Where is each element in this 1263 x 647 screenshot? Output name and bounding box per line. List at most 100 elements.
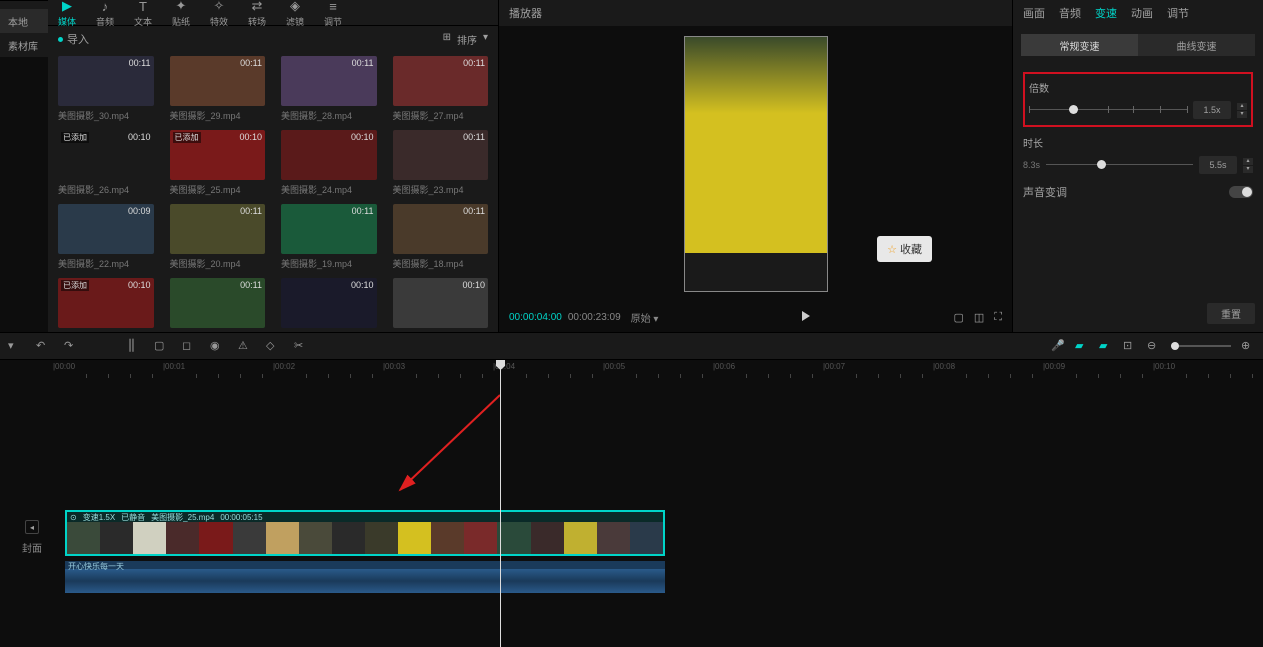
- speed-slider[interactable]: [1029, 103, 1187, 117]
- clip-speed-icon: ⊙: [70, 513, 77, 522]
- dur-from: 8.3s: [1023, 160, 1040, 170]
- media-item[interactable]: 00:11美图摄影_29.mp4: [170, 56, 266, 122]
- nav-tab-2[interactable]: T文本: [124, 0, 162, 26]
- media-item[interactable]: 00:11美图摄影_30.mp4: [58, 56, 154, 122]
- media-item[interactable]: 00:10: [393, 278, 489, 331]
- nav-tab-0[interactable]: ▶媒体: [48, 0, 86, 26]
- nav-tab-7[interactable]: ≡调节: [314, 0, 352, 26]
- record-icon[interactable]: ◉: [210, 339, 224, 353]
- clip-thumb: [199, 522, 232, 554]
- media-item[interactable]: 00:10美图摄影_24.mp4: [281, 130, 377, 196]
- media-item[interactable]: 00:10: [281, 278, 377, 331]
- media-item[interactable]: 00:11美图摄影_28.mp4: [281, 56, 377, 122]
- dot-icon: [58, 37, 63, 42]
- link-icon[interactable]: ▰: [1099, 339, 1113, 353]
- import-button[interactable]: 导入: [58, 31, 89, 47]
- clip-thumb: [431, 522, 464, 554]
- duration-value[interactable]: 5.5s: [1199, 156, 1237, 174]
- sidebar-library[interactable]: 素材库: [0, 33, 50, 57]
- favorite-button[interactable]: ☆ 收藏: [877, 236, 932, 262]
- speed-stepper[interactable]: ▴▾: [1237, 103, 1247, 118]
- ruler-label: |00:01: [163, 362, 185, 371]
- clip-thumb: [398, 522, 431, 554]
- clip-thumb: [497, 522, 530, 554]
- crop-icon[interactable]: ◻: [182, 339, 196, 353]
- zoom-in-icon[interactable]: ⊕: [1241, 339, 1255, 353]
- nav-tab-4[interactable]: ✧特效: [200, 0, 238, 26]
- rotate-icon[interactable]: ◇: [266, 339, 280, 353]
- duration-stepper[interactable]: ▴▾: [1243, 158, 1253, 173]
- prop-tab-3[interactable]: 动画: [1131, 5, 1153, 21]
- preview-canvas[interactable]: [684, 36, 828, 292]
- crop2-icon[interactable]: ✂: [294, 339, 308, 353]
- play-button[interactable]: [800, 310, 812, 325]
- star-icon: ☆: [887, 243, 897, 256]
- undo-icon[interactable]: ↶: [36, 339, 50, 353]
- media-item[interactable]: 00:11美图摄影_18.mp4: [393, 204, 489, 270]
- chevron-down-icon[interactable]: ▾: [8, 339, 22, 353]
- chevron-down-icon: ▾: [483, 32, 488, 47]
- pitch-label: 声音变调: [1023, 184, 1067, 200]
- speed-value[interactable]: 1.5x: [1193, 101, 1231, 119]
- cover-label[interactable]: 封面: [22, 540, 42, 555]
- clip-thumb: [233, 522, 266, 554]
- speed-label: 倍数: [1029, 80, 1247, 95]
- track-toggle[interactable]: ◂: [25, 520, 39, 534]
- clip-thumb: [266, 522, 299, 554]
- ruler-label: |00:00: [53, 362, 75, 371]
- nav-tab-1[interactable]: ♪音频: [86, 0, 124, 26]
- media-item[interactable]: 已添加00:10美图摄影_26.mp4: [58, 130, 154, 196]
- media-item[interactable]: 00:09美图摄影_22.mp4: [58, 204, 154, 270]
- media-item[interactable]: 00:11美图摄影_20.mp4: [170, 204, 266, 270]
- zoom-slider[interactable]: [1171, 345, 1231, 347]
- clip-thumb: [166, 522, 199, 554]
- media-item[interactable]: 已添加00:10美图摄影_25.mp4: [170, 130, 266, 196]
- fullscreen-icon[interactable]: ⛶: [994, 311, 1002, 324]
- snapshot-icon[interactable]: ▢: [953, 311, 963, 324]
- media-item[interactable]: 00:11美图摄影_23.mp4: [393, 130, 489, 196]
- preview-icon[interactable]: ⊡: [1123, 339, 1137, 353]
- video-clip[interactable]: ⊙ 变速1.5X 已静音 美图摄影_25.mp4 00:00:05:15: [65, 510, 665, 556]
- magnet-icon[interactable]: ▰: [1075, 339, 1089, 353]
- clip-thumb: [464, 522, 497, 554]
- prop-tab-1[interactable]: 音频: [1059, 5, 1081, 21]
- compare-icon[interactable]: ◫: [974, 311, 984, 324]
- media-item[interactable]: 00:11美图摄影_27.mp4: [393, 56, 489, 122]
- mirror-icon[interactable]: ⚠: [238, 339, 252, 353]
- clip-thumb: [365, 522, 398, 554]
- mic-icon[interactable]: 🎤: [1051, 339, 1065, 353]
- duration-slider[interactable]: [1046, 158, 1193, 172]
- clip-thumb: [133, 522, 166, 554]
- subtab-curve-speed[interactable]: 曲线变速: [1138, 34, 1255, 56]
- nav-tab-6[interactable]: ◈滤镜: [276, 0, 314, 26]
- aspect-ratio[interactable]: 原始 ▾: [631, 310, 659, 325]
- subtab-normal-speed[interactable]: 常规变速: [1021, 34, 1138, 56]
- nav-tab-5[interactable]: ⇄转场: [238, 0, 276, 26]
- ruler-label: |00:08: [933, 362, 955, 371]
- playhead[interactable]: [500, 360, 501, 647]
- player-title: 播放器: [499, 0, 1012, 26]
- media-item[interactable]: 00:11美图摄影_19.mp4: [281, 204, 377, 270]
- zoom-out-icon[interactable]: ⊖: [1147, 339, 1161, 353]
- prop-tab-0[interactable]: 画面: [1023, 5, 1045, 21]
- waveform: [65, 569, 665, 593]
- nav-tab-3[interactable]: ✦贴纸: [162, 0, 200, 26]
- clip-thumb: [531, 522, 564, 554]
- redo-icon[interactable]: ↷: [64, 339, 78, 353]
- clip-thumb: [597, 522, 630, 554]
- split-icon[interactable]: ⎥⎢: [126, 339, 140, 353]
- delete-icon[interactable]: ▢: [154, 339, 168, 353]
- media-item[interactable]: 00:11: [170, 278, 266, 331]
- ruler-label: |00:09: [1043, 362, 1065, 371]
- media-item[interactable]: 已添加00:10: [58, 278, 154, 331]
- prop-tab-4[interactable]: 调节: [1167, 5, 1189, 21]
- ruler-label: |00:07: [823, 362, 845, 371]
- annotation-arrow: [390, 390, 510, 500]
- pitch-toggle[interactable]: [1229, 186, 1253, 198]
- reset-button[interactable]: 重置: [1207, 303, 1255, 324]
- prop-tab-2[interactable]: 变速: [1095, 5, 1117, 21]
- view-options[interactable]: ⊞ 排序 ▾: [443, 32, 488, 47]
- audio-clip[interactable]: 开心快乐每一天: [65, 561, 665, 593]
- duration-label: 时长: [1023, 135, 1253, 150]
- sidebar-local[interactable]: 本地: [0, 9, 50, 33]
